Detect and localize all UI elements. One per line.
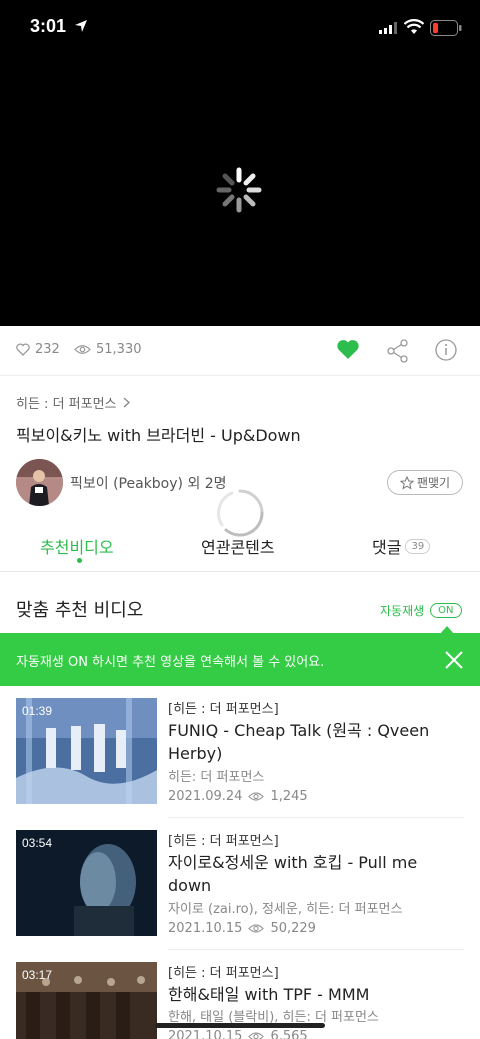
eye-icon: [248, 792, 265, 801]
video-title: 픽보이&키노 with 브라더빈 - Up&Down: [16, 426, 301, 445]
video-meta: 2021.10.15 50,229: [168, 921, 316, 936]
video-thumbnail[interactable]: 03:54: [16, 830, 157, 936]
video-meta: 2021.09.24 1,245: [168, 789, 308, 804]
info-icon[interactable]: [435, 339, 457, 361]
video-date: 2021.10.15: [168, 1029, 243, 1039]
fan-follow-button[interactable]: 팬맺기: [387, 470, 463, 495]
list-video-title[interactable]: 자이로&정세운 with 호킵 - Pull me down: [168, 851, 458, 897]
comment-count-badge: 39: [405, 538, 431, 554]
video-duration: 03:17: [22, 968, 53, 982]
heart-outline-icon: [16, 343, 30, 356]
stats-bar: 232 51,330: [0, 326, 480, 376]
video-duration: 01:39: [22, 704, 53, 718]
video-views: 1,245: [270, 789, 308, 804]
loading-spinner-icon: [216, 167, 262, 213]
tab-recommended[interactable]: 추천비디오: [40, 534, 114, 558]
close-icon[interactable]: [444, 650, 464, 670]
status-time: 3:01: [30, 16, 67, 36]
eye-icon: [248, 924, 265, 933]
like-heart-button[interactable]: [336, 339, 360, 361]
video-category: [히든 : 더 퍼포먼스]: [168, 966, 279, 981]
video-category: [히든 : 더 퍼포먼스]: [168, 702, 279, 717]
chevron-right-icon: [123, 397, 130, 408]
like-count: 232: [16, 342, 60, 357]
home-indicator[interactable]: [155, 1023, 325, 1028]
location-arrow-icon: [75, 20, 87, 32]
content-tabs: 추천비디오 연관콘텐츠 댓글 39: [0, 520, 480, 572]
autoplay-state: ON: [430, 603, 462, 618]
share-icon[interactable]: [387, 339, 409, 363]
artist-name[interactable]: 픽보이 (Peakboy) 외 2명: [70, 473, 227, 493]
battery-low-icon: [430, 20, 462, 36]
video-duration: 03:54: [22, 836, 53, 850]
tab-related[interactable]: 연관콘텐츠: [201, 534, 275, 558]
video-meta: 2021.10.15 6,565: [168, 1029, 308, 1039]
section-title: 맞춤 추천 비디오: [16, 600, 144, 621]
status-bar: 3:01: [0, 0, 480, 56]
list-item[interactable]: 01:39 [히든 : 더 퍼포먼스] FUNIQ - Cheap Talk (…: [0, 686, 480, 818]
list-item[interactable]: 03:54 [히든 : 더 퍼포먼스] 자이로&정세운 with 호킵 - Pu…: [0, 818, 480, 950]
artist-avatar[interactable]: [16, 459, 63, 506]
view-count: 51,330: [74, 342, 142, 357]
video-subtitle: 자이로 (zai.ro), 정세운, 히든: 더 퍼포먼스: [168, 902, 403, 917]
star-outline-icon: [399, 475, 414, 490]
list-video-title[interactable]: FUNIQ - Cheap Talk (원곡 : Qveen Herby): [168, 719, 458, 765]
active-tab-indicator: [77, 558, 82, 563]
cellular-signal-icon: [379, 22, 397, 34]
banner-text: 자동재생 ON 하시면 추천 영상을 연속해서 볼 수 있어요.: [16, 655, 325, 670]
autoplay-toggle[interactable]: 자동재생 ON: [380, 602, 462, 619]
breadcrumb-label: 히든 : 더 퍼포먼스: [16, 397, 117, 412]
fan-button-label: 팬맺기: [416, 476, 451, 490]
eye-icon: [74, 345, 91, 354]
like-count-value: 232: [35, 342, 60, 357]
list-video-title[interactable]: 한해&태일 with TPF - MMM: [168, 983, 458, 1006]
video-views: 6,565: [270, 1029, 308, 1039]
video-thumbnail[interactable]: 03:17: [16, 962, 157, 1039]
video-subtitle: 히든: 더 퍼포먼스: [168, 770, 265, 785]
view-count-value: 51,330: [96, 342, 142, 357]
wifi-icon: [404, 19, 424, 34]
video-views: 50,229: [270, 921, 316, 936]
autoplay-banner: 자동재생 ON 하시면 추천 영상을 연속해서 볼 수 있어요.: [0, 633, 480, 686]
video-player[interactable]: 3:01: [0, 0, 480, 326]
eye-icon: [248, 1032, 265, 1039]
video-thumbnail[interactable]: 01:39: [16, 698, 157, 804]
tab-comments-label: 댓글: [372, 538, 402, 557]
tab-comments[interactable]: 댓글 39: [372, 534, 431, 558]
video-date: 2021.10.15: [168, 921, 243, 936]
video-category: [히든 : 더 퍼포먼스]: [168, 834, 279, 849]
program-breadcrumb[interactable]: 히든 : 더 퍼포먼스: [16, 393, 130, 412]
autoplay-label: 자동재생: [380, 604, 425, 618]
video-date: 2021.09.24: [168, 789, 243, 804]
